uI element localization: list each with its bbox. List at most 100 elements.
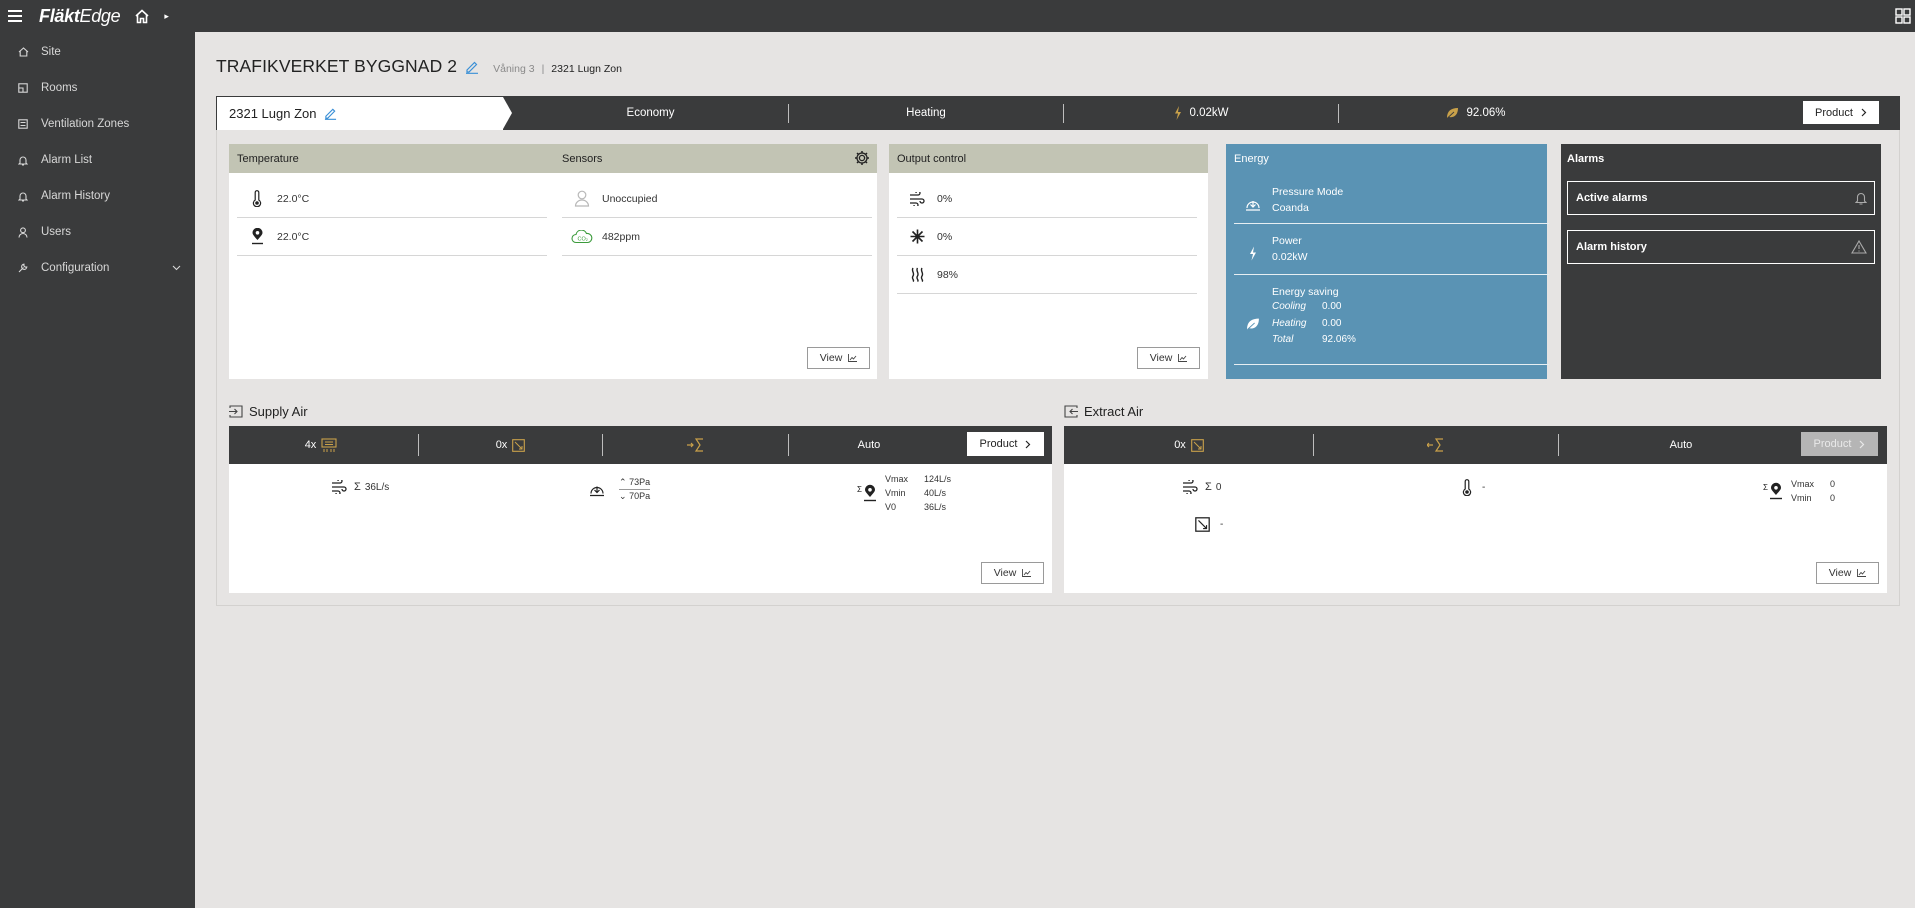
extract-sum-icon[interactable] (1314, 426, 1558, 464)
sum-location-icon: Σ (857, 484, 876, 502)
extract-product-button: Product (1801, 432, 1878, 456)
extract-air-bar: 0x Auto Product (1064, 426, 1887, 464)
pressure-up-value: 73Pa (629, 477, 651, 487)
view-button[interactable]: View (1816, 562, 1879, 584)
sidebar-item-ventilation-zones[interactable]: Ventilation Zones (0, 106, 195, 142)
supply-air-bar: 4x 0x Auto Product (229, 426, 1052, 464)
sidebar-item-alarm-history[interactable]: Alarm History (0, 178, 195, 214)
pressure-mode-row: Pressure Mode Coanda (1234, 184, 1549, 224)
chart-icon (848, 354, 858, 362)
supply-sum-icon[interactable] (603, 426, 788, 464)
output-row: 0% (897, 218, 1197, 256)
output-control-card: Output control 0% 0% 98% View (889, 144, 1208, 379)
card-header: Temperature Sensors (229, 144, 877, 173)
pressure-mode-value: Coanda (1272, 202, 1309, 214)
co2-cloud-icon: CO₂ (562, 229, 602, 244)
arrow-up-icon: ⌃ (619, 477, 627, 487)
airflow-icon (332, 480, 347, 494)
leaf-icon (1234, 284, 1272, 364)
zone-power: 0.02kW (1064, 96, 1338, 130)
gear-icon[interactable] (854, 150, 870, 166)
temperature-sensors-card: Temperature Sensors 22.0°C 22.0°C Unoccu… (229, 144, 877, 379)
extract-damper: - (1195, 517, 1223, 532)
setpoint-temperature: 22.0°C (277, 230, 310, 243)
breadcrumb-level[interactable]: Våning 3 (493, 63, 534, 75)
sidebar-item-users[interactable]: Users (0, 214, 195, 250)
heat-waves-icon (897, 267, 937, 282)
airflow-output: 0% (937, 192, 953, 205)
svg-text:Σ: Σ (1763, 483, 1768, 492)
thermometer-icon (1462, 479, 1472, 496)
heating-label: Heating (1272, 317, 1307, 329)
energy-saving-label: Energy saving (1272, 286, 1339, 298)
pressure-gauge-icon (1234, 184, 1272, 223)
leaf-icon (1446, 107, 1459, 119)
cooling-value: 0.00 (1322, 301, 1342, 312)
temperature-row: 22.0°C (237, 180, 547, 218)
cooling-output: 0% (937, 230, 953, 243)
power-label: Power (1272, 235, 1302, 247)
chart-icon (1857, 569, 1867, 577)
supply-pressure: ⌃ 73Pa ⌄ 70Pa (589, 476, 651, 502)
sidebar-item-label: Site (41, 46, 61, 58)
energy-saving-row: Energy saving Cooling 0.00 Heating 0.00 To… (1234, 284, 1549, 365)
user-icon (18, 226, 30, 238)
sidebar-item-rooms[interactable]: Rooms (0, 70, 195, 106)
occupancy-icon (562, 190, 602, 207)
view-button[interactable]: View (807, 347, 870, 369)
thermometer-icon (237, 190, 277, 207)
extract-air-icon (1064, 405, 1078, 418)
sidebar-item-label: Alarm History (41, 190, 111, 202)
power-value: 0.02kW (1272, 251, 1308, 263)
product-button[interactable]: Product (1803, 101, 1879, 124)
extract-limits: Σ Vmax 0 Vmin 0 (1763, 479, 1836, 503)
zone-status-bar: 2321 Lugn Zon Economy Heating 0.02kW 92.… (216, 96, 1900, 130)
view-button[interactable]: View (981, 562, 1044, 584)
chevron-right-icon (1025, 440, 1031, 449)
sidebar-item-site[interactable]: Site (0, 34, 195, 70)
edit-pencil-icon[interactable] (324, 107, 337, 120)
temperature-row: 22.0°C (237, 218, 547, 256)
power-row: Power 0.02kW (1234, 233, 1549, 275)
sidebar: Site Rooms Ventilation Zones Alarm List … (0, 32, 195, 908)
supply-mode: Auto (857, 439, 881, 451)
damper-icon (512, 438, 526, 452)
sidebar-item-label: Users (41, 226, 72, 238)
supply-air-title: Supply Air (229, 404, 308, 419)
bell-icon (18, 155, 30, 166)
supply-product-button[interactable]: Product (967, 432, 1044, 456)
supply-damper-count: 0x (419, 426, 602, 464)
extract-air-body: Σ0 - - Σ Vmax 0 Vmin 0 View (1064, 464, 1887, 593)
sensors-title: Sensors (562, 152, 603, 165)
sidebar-item-alarm-list[interactable]: Alarm List (0, 142, 195, 178)
output-title: Output control (897, 152, 967, 165)
svg-text:Σ: Σ (857, 485, 862, 494)
sidebar-item-label: Alarm List (41, 154, 93, 166)
sum-location-icon: Σ (1763, 482, 1782, 500)
edit-pencil-icon[interactable] (465, 60, 479, 74)
breadcrumb-caret-icon[interactable]: ▸ (164, 11, 169, 22)
view-button[interactable]: View (1137, 347, 1200, 369)
home-icon (18, 47, 30, 57)
cooling-label: Cooling (1272, 301, 1306, 312)
alarms-card: Alarms Active alarms Alarm history (1561, 144, 1881, 379)
rooms-icon (18, 83, 30, 93)
zones-icon (18, 119, 30, 129)
temperature-title: Temperature (237, 152, 299, 165)
active-alarms-button[interactable]: Active alarms (1567, 181, 1875, 215)
main-content: TRAFIKVERKET BYGGNAD 2 Våning 3 | 2321 L… (195, 32, 1915, 908)
page-title: TRAFIKVERKET BYGGNAD 2 (216, 56, 458, 76)
airflow-icon (1183, 480, 1198, 494)
supply-air-body: Σ 36L/s ⌃ 73Pa ⌄ 70Pa Σ Vmax 124L/s Vmin 40… (229, 464, 1052, 593)
extract-damper-count: 0x (1064, 426, 1314, 464)
supply-flow: Σ 36L/s (331, 480, 389, 494)
app-logo[interactable]: FläktEdge (39, 6, 121, 27)
alarm-history-button[interactable]: Alarm history (1567, 230, 1875, 264)
sidebar-item-configuration[interactable]: Configuration (0, 250, 195, 286)
room-temperature: 22.0°C (277, 192, 310, 205)
menu-icon[interactable] (1, 0, 29, 32)
zone-name-tab[interactable]: 2321 Lugn Zon (217, 97, 503, 130)
chevron-down-icon[interactable] (172, 265, 181, 271)
home-icon[interactable] (134, 8, 150, 24)
apps-grid-icon[interactable] (1895, 8, 1911, 24)
